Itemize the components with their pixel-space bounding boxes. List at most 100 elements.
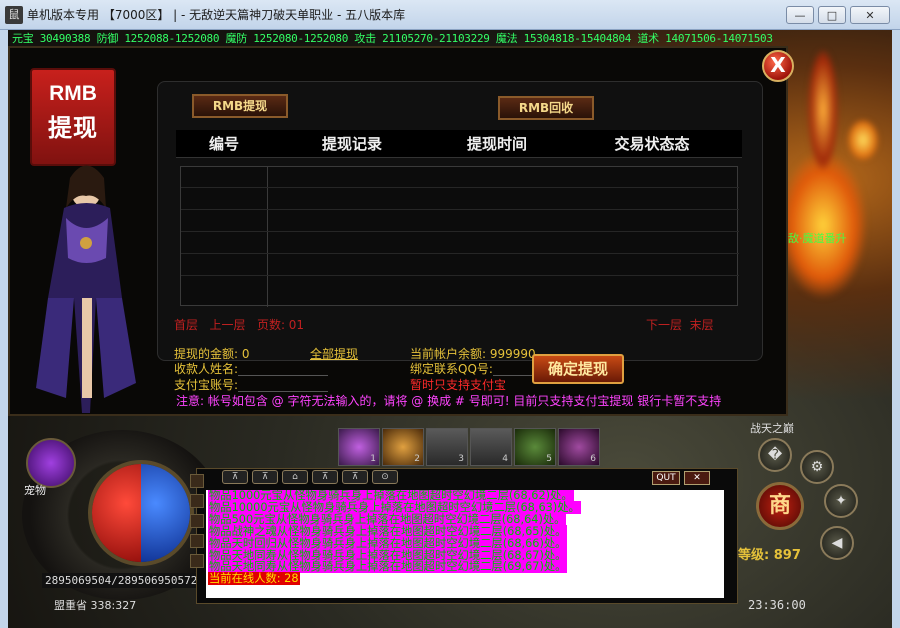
chat-side-icon[interactable] xyxy=(190,474,204,488)
character-stats-bar: 元宝 30490388 防御 1252088-1252080 魔防 125208… xyxy=(12,32,773,45)
flame-effect xyxy=(848,120,878,160)
confirm-withdraw-button[interactable]: 确定提现 xyxy=(532,354,624,384)
next-page-link[interactable]: 下一层 xyxy=(646,318,682,332)
shop-button[interactable]: 商 xyxy=(756,482,804,530)
chat-tool-button[interactable]: ⌂ xyxy=(282,470,308,484)
prev-page-link[interactable]: 上一层 xyxy=(209,318,245,332)
first-page-link[interactable]: 首层 xyxy=(174,318,198,332)
system-message: 物品10000元宝从怪物身骑兵身上掉落在地图超时空幻境二层(68,63)处。 xyxy=(208,500,581,514)
pager-left: 首层 上一层 页数: 01 xyxy=(174,316,304,333)
hp-mp-orb xyxy=(88,460,194,566)
settings-round-button[interactable]: ⚙ xyxy=(800,450,834,484)
row-divider xyxy=(181,187,739,188)
column-divider xyxy=(267,167,268,307)
bind-qq-label: 绑定联系QQ号: xyxy=(410,362,493,376)
map-location: 盟重省 338:327 xyxy=(54,599,137,612)
records-table-header: 编号 提现记录 提现时间 交易状态态 xyxy=(176,130,742,158)
chat-tool-button[interactable]: ⊼ xyxy=(222,470,248,484)
player-level: 等级: 897 xyxy=(738,548,801,563)
skill-slot-number: 4 xyxy=(502,454,508,464)
chat-line: 物品天时回归从怪物身骑兵身上掉落在地图超时空幻境二层(68,66)处。 xyxy=(208,536,724,550)
skill-bar: 1 2 3 4 5 6 xyxy=(338,428,600,466)
alipay-only-note: 暂时只支持支付宝 xyxy=(410,378,507,392)
game-clock: 23:36:00 xyxy=(748,598,806,612)
chat-tool-button[interactable]: ⊼ xyxy=(312,470,338,484)
col-record: 提现记录 xyxy=(321,135,382,153)
skill-slot[interactable]: 4 xyxy=(470,428,512,466)
tab-rmb-withdraw[interactable]: RMB提现 xyxy=(192,94,288,118)
skill-slot-number: 1 xyxy=(370,454,376,464)
app-icon: 鼠 xyxy=(5,5,23,24)
menu-round-button[interactable]: � xyxy=(758,438,792,472)
chat-messages[interactable]: 物品1000元宝从怪物身骑兵身上掉落在地图超时空幻境二层(68,62)处。 物品… xyxy=(206,490,724,598)
window-frame-right xyxy=(892,30,900,628)
chat-close-button[interactable]: ✕ xyxy=(684,471,710,485)
zone-label: 战天之巅 xyxy=(750,422,794,435)
balance-text: 当前帐户余额: 999990 xyxy=(410,347,536,361)
payee-name-label: 收款人姓名: xyxy=(174,362,239,376)
skill-slot[interactable]: 6 xyxy=(558,428,600,466)
payee-name-field[interactable]: 收款人姓名: xyxy=(174,360,329,377)
window-title: 单机版本专用 【7000区】 | - 无敌逆天篇神刀破天单职业 - 五八版本库 xyxy=(27,8,406,22)
online-count: 当前在线人数: 28 xyxy=(208,572,300,586)
window-frame-left xyxy=(0,30,8,628)
skill-slot-number: 3 xyxy=(458,454,464,464)
records-table-body[interactable] xyxy=(180,166,739,307)
pet-label: 宠物 xyxy=(24,484,46,497)
withdraw-notice: 注意: 帐号如包含 @ 字符无法输入的，请将 @ 换成 # 号即可! 目前只支持… xyxy=(176,394,722,408)
col-id: 编号 xyxy=(208,135,239,153)
chat-tool-button[interactable]: ⊼ xyxy=(342,470,368,484)
panel-close-button[interactable]: X xyxy=(762,50,794,82)
pet-icon[interactable] xyxy=(26,438,76,488)
chat-line: 当前在线人数: 28 xyxy=(208,572,724,586)
skill-slot[interactable]: 1 xyxy=(338,428,380,466)
badge-line2: 提现 xyxy=(48,114,98,142)
skill-slot[interactable]: 2 xyxy=(382,428,424,466)
window-titlebar: 鼠 单机版本专用 【7000区】 | - 无敌逆天篇神刀破天单职业 - 五八版本… xyxy=(0,0,900,30)
chat-line: 物品战神之魂从怪物身骑兵身上掉落在地图超时空幻境二层(68,65)处。 xyxy=(208,524,724,538)
maximize-button[interactable]: □ xyxy=(818,6,846,24)
skill-slot[interactable]: 5 xyxy=(514,428,556,466)
system-message: 物品战神之魂从怪物身骑兵身上掉落在地图超时空幻境二层(68,65)处。 xyxy=(208,524,568,538)
sound-round-button[interactable]: ◀ xyxy=(820,526,854,560)
window-controls: — □ ✕ xyxy=(786,6,890,24)
chat-quit-button[interactable]: QUT xyxy=(652,471,680,485)
close-window-button[interactable]: ✕ xyxy=(850,6,890,24)
hp-mp-readout: 2895069504/2895069505724 xyxy=(42,573,207,588)
skill-slot[interactable]: 3 xyxy=(426,428,468,466)
alipay-label: 支付宝账号: xyxy=(174,378,239,392)
col-status: 交易状态态 xyxy=(614,135,690,153)
rmb-withdraw-panel: RMB 提现 RMB提现 RMB回收 编号 提现记录 提现时间 交易状态态 首层… xyxy=(8,46,788,416)
character-portrait xyxy=(36,165,136,413)
skill-round-button[interactable]: ✦ xyxy=(824,484,858,518)
skill-slot-number: 5 xyxy=(546,454,552,464)
alipay-input[interactable] xyxy=(238,380,329,392)
skill-slot-number: 2 xyxy=(414,454,420,464)
system-message: 物品天时回归从怪物身骑兵身上掉落在地图超时空幻境二层(68,66)处。 xyxy=(208,536,568,550)
payee-name-input[interactable] xyxy=(238,364,329,376)
minimize-button[interactable]: — xyxy=(786,6,814,24)
chat-side-icon[interactable] xyxy=(190,534,204,548)
chat-side-icon[interactable] xyxy=(190,554,204,568)
row-divider xyxy=(181,231,739,232)
row-divider xyxy=(181,209,739,210)
alipay-field[interactable]: 支付宝账号: xyxy=(174,376,329,393)
scene-label: 敌·魔道番升 xyxy=(788,232,847,245)
chat-tool-button[interactable]: ⊙ xyxy=(372,470,398,484)
chat-side-icon[interactable] xyxy=(190,514,204,528)
row-divider xyxy=(181,275,739,276)
row-divider xyxy=(181,253,739,254)
chat-tool-button[interactable]: ⊼ xyxy=(252,470,278,484)
system-message: 物品500元宝从怪物身骑兵身上掉落在地图超时空幻境二层(68,64)处。 xyxy=(208,512,567,526)
tab-rmb-recycle[interactable]: RMB回收 xyxy=(498,96,594,120)
pager-right: 下一层 末层 xyxy=(646,316,714,333)
last-page-link[interactable]: 末层 xyxy=(690,318,714,332)
badge-line1: RMB xyxy=(49,82,97,105)
chat-toolbar: ⊼ ⊼ ⌂ ⊼ ⊼ ⊙ xyxy=(222,470,398,484)
page-number: 页数: 01 xyxy=(256,318,305,332)
chat-side-icons xyxy=(190,474,204,574)
chat-side-icon[interactable] xyxy=(190,494,204,508)
col-time: 提现时间 xyxy=(466,135,527,153)
chat-line: 物品500元宝从怪物身骑兵身上掉落在地图超时空幻境二层(68,64)处。 xyxy=(208,512,724,526)
sword-effect xyxy=(808,50,838,170)
